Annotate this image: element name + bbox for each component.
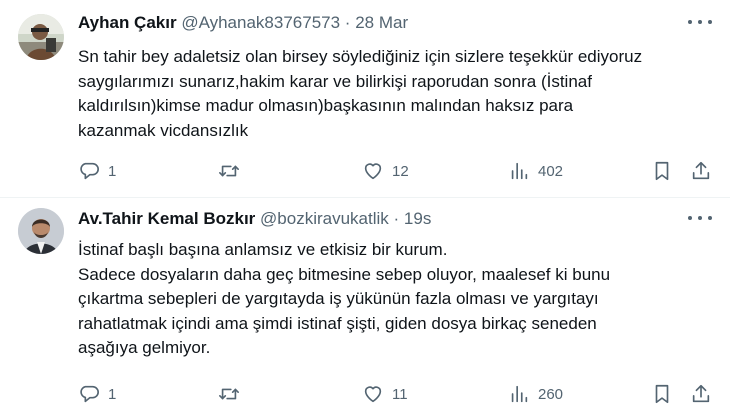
heart-icon	[362, 383, 384, 405]
views-count: 260	[538, 385, 564, 403]
reply-count: 1	[108, 162, 117, 180]
handle[interactable]: @bozkiravukatlik	[260, 209, 389, 228]
separator: ·	[393, 209, 400, 228]
tweet[interactable]: Ayhan Çakır @Ayhanak83767573 · 28 Mar Sn…	[0, 0, 730, 196]
tweet-header: Av.Tahir Kemal Bozkır @bozkiravukatlik ·…	[78, 209, 431, 229]
like-count: 12	[392, 162, 409, 180]
share-button[interactable]	[690, 381, 712, 407]
like-button[interactable]: 12	[362, 158, 409, 184]
reply-icon	[78, 383, 100, 405]
like-count: 11	[392, 385, 408, 403]
separator: ·	[344, 13, 351, 32]
tweet-actions: 1 11 260	[0, 381, 730, 407]
more-icon[interactable]	[688, 17, 712, 27]
timestamp[interactable]: 19s	[404, 209, 431, 228]
reply-button[interactable]: 1	[78, 158, 116, 184]
tweet-actions: 1 12 402	[0, 158, 730, 184]
like-button[interactable]: 11	[362, 381, 408, 407]
reply-icon	[78, 160, 100, 182]
tweet[interactable]: Av.Tahir Kemal Bozkır @bozkiravukatlik ·…	[0, 198, 730, 420]
handle[interactable]: @Ayhanak83767573	[181, 13, 340, 32]
share-icon	[690, 383, 712, 405]
retweet-button[interactable]	[218, 158, 248, 184]
views-button[interactable]: 260	[508, 381, 563, 407]
retweet-icon	[218, 383, 240, 405]
bookmark-icon	[651, 160, 673, 182]
share-icon	[690, 160, 712, 182]
share-button[interactable]	[690, 158, 712, 184]
tweet-text: Sn tahir bey adaletsiz olan birsey söyle…	[78, 47, 643, 140]
display-name[interactable]: Av.Tahir Kemal Bozkır	[78, 209, 255, 228]
avatar[interactable]	[18, 208, 64, 254]
bookmark-button[interactable]	[651, 381, 673, 407]
retweet-button[interactable]	[218, 381, 248, 407]
bookmark-icon	[651, 383, 673, 405]
display-name[interactable]: Ayhan Çakır	[78, 13, 177, 32]
bookmark-button[interactable]	[651, 158, 673, 184]
heart-icon	[362, 160, 384, 182]
views-button[interactable]: 402	[508, 158, 563, 184]
reply-button[interactable]: 1	[78, 381, 116, 407]
timestamp[interactable]: 28 Mar	[355, 13, 408, 32]
reply-count: 1	[108, 385, 117, 403]
tweet-text: İstinaf başlı başına anlamsız ve etkisiz…	[78, 240, 611, 357]
more-icon[interactable]	[688, 213, 712, 223]
avatar[interactable]	[18, 14, 64, 60]
views-icon	[508, 160, 530, 182]
views-icon	[508, 383, 530, 405]
retweet-icon	[218, 160, 240, 182]
tweet-header: Ayhan Çakır @Ayhanak83767573 · 28 Mar	[78, 13, 408, 33]
views-count: 402	[538, 162, 564, 180]
